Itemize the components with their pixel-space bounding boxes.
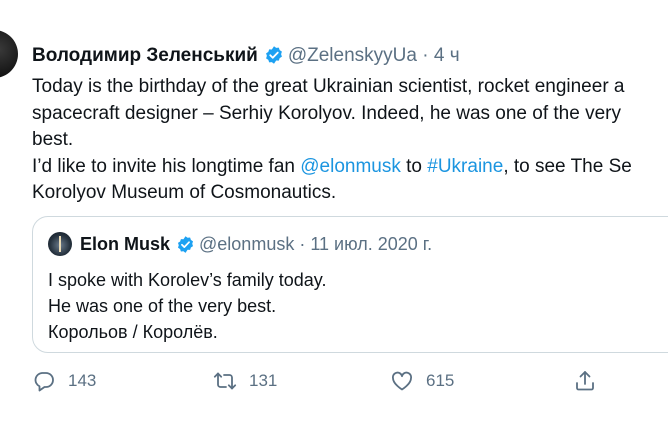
like-button[interactable]: 615 [390,366,454,396]
quoted-tweet-header: Elon Musk @elonmusk · 11 июл. 2020 г. [80,233,432,259]
quoted-tweet[interactable]: Elon Musk @elonmusk · 11 июл. 2020 г. I s… [32,216,668,353]
quoted-author-name: Elon Musk [80,234,171,254]
quoted-text-line: I spoke with Korolev’s family today. [48,270,327,290]
verified-badge-icon [176,235,195,259]
like-count: 615 [426,371,455,390]
tweet-text-line: Korolyov Museum of Cosmonautics. [32,182,337,203]
tweet-text-line-invite: I’d like to invite his longtime fan @elo… [32,154,668,181]
quoted-text-line: Корольов / Королёв. [48,322,218,342]
tweet-text-line: Today is the birthday of the great Ukrai… [32,76,625,97]
tweet-actions: 143 131 615 [0,366,668,396]
retweet-icon [213,372,237,390]
author-name[interactable]: Володимир Зеленський [32,45,258,66]
reply-button[interactable]: 143 [32,366,96,396]
retweet-button[interactable]: 131 [213,366,277,396]
quoted-text-line: He was one of the very best. [48,296,277,316]
author-handle[interactable]: @ZelenskyyUa [288,45,417,66]
reply-count: 143 [68,371,97,390]
author-avatar[interactable] [0,30,18,78]
verified-badge-icon [264,45,284,72]
tweet-header: Володимир Зеленський @ZelenskyyUa · 4 ч [32,44,460,72]
invite-text-mid: to [400,155,428,177]
share-icon [576,371,594,391]
tweet-text-line: spacecraft designer – Serhiy Korolyov. I… [32,102,621,124]
retweet-count: 131 [249,371,278,390]
tweet-text-line: best. [32,129,74,150]
mention-link[interactable]: @elonmusk [300,156,401,177]
quoted-tweet-date: 11 июл. 2020 г. [310,234,433,254]
hashtag-link[interactable]: #Ukraine [427,156,503,177]
quoted-author-avatar [48,232,72,256]
tweet-text: Today is the birthday of the great Ukrai… [32,74,668,207]
invite-text-pre: I’d like to invite his longtime fan [32,155,301,177]
like-icon [392,371,412,391]
quoted-header-separator: · [299,234,306,254]
header-separator: · [422,45,429,66]
invite-text-post: , to see The Se [503,155,632,177]
share-button[interactable] [573,366,609,396]
reply-icon [34,372,54,392]
quoted-tweet-text: I spoke with Korolev’s family today. He … [48,267,326,345]
tweet-time[interactable]: 4 ч [434,45,460,66]
quoted-author-handle: @elonmusk [199,234,295,254]
